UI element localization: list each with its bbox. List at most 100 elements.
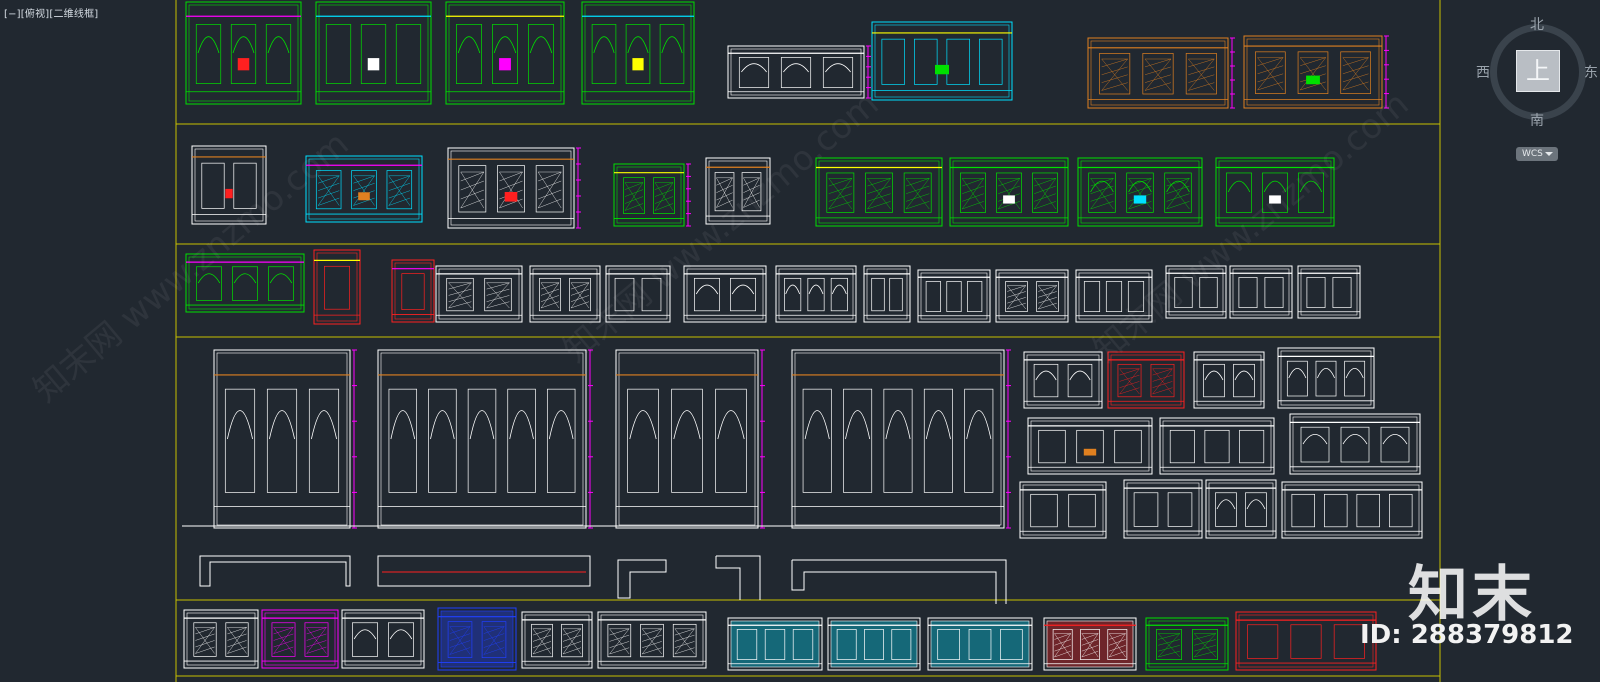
elevation-5-1[interactable] <box>183 609 259 669</box>
elevation-3-15[interactable] <box>1297 265 1361 319</box>
drawing-viewport[interactable] <box>0 0 1600 682</box>
cad-line <box>1119 374 1140 382</box>
compass-south[interactable]: 南 <box>1530 110 1544 130</box>
cad-line <box>191 145 267 225</box>
elevation-3-12[interactable] <box>1075 269 1153 323</box>
elevation-3-7[interactable] <box>683 265 767 323</box>
cad-line <box>818 160 940 224</box>
cad-line <box>642 634 662 642</box>
elevation-4-1[interactable] <box>213 349 357 529</box>
elevation-4-2[interactable] <box>377 349 593 529</box>
elevation-4-5[interactable] <box>1023 351 1103 409</box>
elevation-3-14[interactable] <box>1229 265 1293 319</box>
elevation-4-10[interactable] <box>1159 417 1275 475</box>
elevation-5-9[interactable] <box>927 617 1033 671</box>
cad-line <box>966 410 992 440</box>
elevation-5-11[interactable] <box>1145 617 1229 671</box>
cad-line <box>388 175 410 184</box>
cad-line <box>318 4 429 102</box>
elevation-3-5[interactable] <box>529 265 601 323</box>
elevation-4-11[interactable] <box>1289 413 1421 475</box>
elevation-2-3[interactable] <box>447 147 581 229</box>
elevation-5-10[interactable] <box>1043 617 1137 671</box>
cad-line <box>1128 178 1152 187</box>
elevation-2-5[interactable] <box>705 157 771 225</box>
elevation-3-8[interactable] <box>775 265 857 323</box>
elevation-5-12[interactable] <box>1235 611 1377 671</box>
elevation-2-6[interactable] <box>815 157 943 227</box>
compass-east[interactable]: 东 <box>1584 62 1598 82</box>
elevation-4-3[interactable] <box>615 349 765 529</box>
elevation-4-12[interactable] <box>1019 481 1107 539</box>
elevation-5-5[interactable] <box>521 611 593 669</box>
cad-line <box>1166 201 1190 210</box>
elevation-5-7[interactable] <box>727 617 823 671</box>
elevation-3-1[interactable] <box>185 253 305 313</box>
elevation-5-2[interactable] <box>261 609 339 669</box>
elevation-3-3[interactable] <box>391 259 435 323</box>
cad-line <box>964 388 994 493</box>
cad-line <box>227 410 253 440</box>
elevation-1-8[interactable] <box>1243 35 1389 109</box>
elevation-2-8[interactable] <box>1077 157 1203 227</box>
elevation-4-7[interactable] <box>1193 351 1265 409</box>
cad-line <box>593 36 615 54</box>
wcs-dropdown[interactable]: WCS <box>1516 147 1558 161</box>
cad-line <box>213 349 351 529</box>
elevation-5-6[interactable] <box>597 611 707 669</box>
elevation-5-3[interactable] <box>341 609 425 669</box>
elevation-3-4[interactable] <box>435 265 523 323</box>
cad-line <box>353 629 377 640</box>
elevation-2-1[interactable] <box>191 145 267 225</box>
elevation-4-14[interactable] <box>1205 479 1277 539</box>
elevation-2-4[interactable] <box>613 163 691 227</box>
elevation-3-13[interactable] <box>1165 265 1227 319</box>
elevation-1-1[interactable] <box>185 1 302 105</box>
viewport-controls-label[interactable]: [−][俯视][二维线框] <box>4 5 98 20</box>
cad-line <box>1284 484 1420 536</box>
elevation-5-4[interactable] <box>437 607 517 671</box>
elevation-1-2[interactable] <box>315 1 432 105</box>
cad-line <box>562 634 582 642</box>
cad-line <box>532 647 552 655</box>
elevation-1-7[interactable] <box>1087 37 1235 109</box>
elevation-4-8[interactable] <box>1277 347 1375 409</box>
elevation-1-5[interactable] <box>727 45 871 99</box>
elevation-1-3[interactable] <box>445 1 565 105</box>
elevation-3-11[interactable] <box>995 269 1069 323</box>
viewcube[interactable]: 上 北 南 西 东 <box>1476 14 1598 129</box>
cad-line <box>1033 363 1059 398</box>
elevation-4-9[interactable] <box>1027 417 1153 475</box>
elevation-2-9[interactable] <box>1215 157 1335 227</box>
elevation-4-15[interactable] <box>1281 481 1423 539</box>
compass-west[interactable]: 西 <box>1476 62 1490 82</box>
elevation-4-6[interactable] <box>1107 351 1185 409</box>
cad-line <box>1286 360 1308 397</box>
cad-line <box>308 388 340 493</box>
cad-line <box>802 388 832 493</box>
cad-line <box>1047 621 1133 667</box>
compass-north[interactable]: 北 <box>1530 14 1544 34</box>
cad-line <box>654 203 674 211</box>
elevation-3-9[interactable] <box>863 265 911 323</box>
elevation-3-10[interactable] <box>917 269 991 323</box>
elevation-5-8[interactable] <box>827 617 921 671</box>
cad-drawing-canvas[interactable] <box>0 0 1600 682</box>
elevation-1-6[interactable] <box>871 21 1013 101</box>
elevation-2-7[interactable] <box>949 157 1069 227</box>
elevation-4-4[interactable] <box>791 349 1011 529</box>
cad-line <box>227 646 247 654</box>
viewcube-top-face[interactable]: 上 <box>1516 50 1560 92</box>
watermark-id: ID: 288379812 <box>1360 620 1574 650</box>
elevation-2-2[interactable] <box>305 155 423 223</box>
elevation-3-6[interactable] <box>605 265 671 323</box>
elevation-1-4[interactable] <box>581 1 695 105</box>
cad-line <box>197 36 220 54</box>
elevation-4-13[interactable] <box>1123 479 1203 539</box>
cad-line <box>674 634 695 642</box>
cad-line <box>1083 281 1101 312</box>
elevation-3-2[interactable] <box>313 249 361 325</box>
cad-line <box>316 252 358 322</box>
cad-line <box>195 646 215 654</box>
cad-line <box>233 162 257 209</box>
